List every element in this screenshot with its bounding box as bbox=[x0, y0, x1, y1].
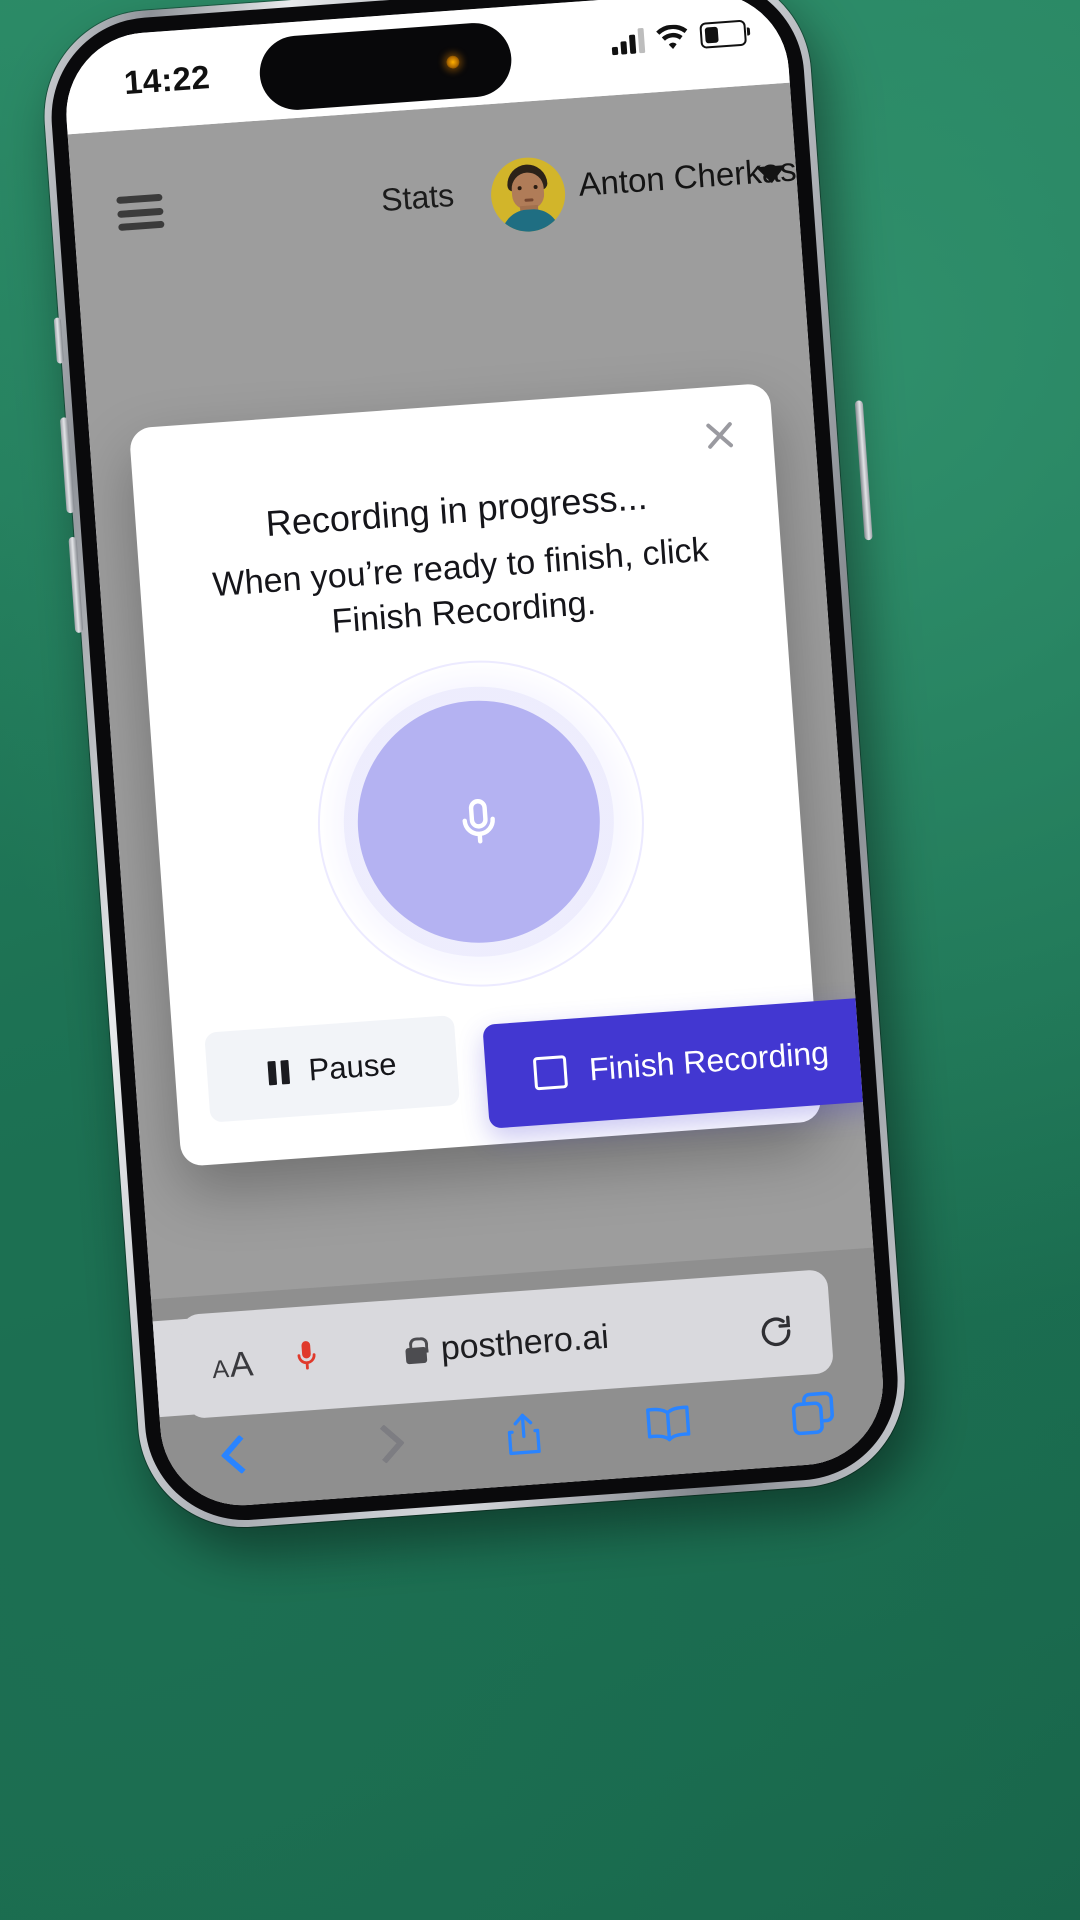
phone-screen: 14:22 Stats Anton Cherkasov Recording in… bbox=[60, 0, 889, 1511]
url-text: posthero.ai bbox=[439, 1317, 610, 1368]
battery-low-icon bbox=[699, 19, 748, 49]
pause-button-label: Pause bbox=[307, 1046, 398, 1088]
chevron-right-icon bbox=[366, 1423, 393, 1467]
front-camera-dot-icon bbox=[445, 55, 460, 70]
mic-visualizer bbox=[147, 638, 811, 1013]
reload-icon[interactable] bbox=[756, 1311, 797, 1352]
close-icon[interactable] bbox=[697, 413, 740, 456]
chevron-down-icon[interactable] bbox=[755, 165, 787, 185]
pause-icon bbox=[266, 1059, 290, 1086]
modal-subtitle: When you’re ready to finish, click Finis… bbox=[211, 530, 710, 641]
tabs-button[interactable] bbox=[739, 1385, 887, 1441]
finish-recording-button[interactable]: Finish Recording bbox=[482, 996, 881, 1129]
pause-button[interactable]: Pause bbox=[204, 1015, 461, 1123]
lock-icon bbox=[405, 1336, 430, 1365]
iphone-mockup: 14:22 Stats Anton Cherkasov Recording in… bbox=[37, 0, 937, 1574]
user-name-label[interactable]: Anton Cherkasov bbox=[577, 148, 832, 204]
avatar[interactable] bbox=[488, 155, 568, 235]
bookmarks-button[interactable] bbox=[594, 1399, 741, 1449]
status-bar-clock: 14:22 bbox=[122, 58, 212, 102]
nav-link-stats[interactable]: Stats bbox=[380, 177, 455, 219]
cellular-bars-icon bbox=[610, 27, 646, 56]
finish-recording-label: Finish Recording bbox=[587, 1033, 830, 1087]
chevron-left-icon bbox=[221, 1433, 248, 1477]
tabs-icon bbox=[791, 1391, 834, 1436]
forward-button[interactable] bbox=[306, 1418, 453, 1470]
wifi-icon bbox=[656, 24, 688, 50]
share-button[interactable] bbox=[450, 1406, 598, 1462]
back-button[interactable] bbox=[161, 1429, 308, 1481]
book-icon bbox=[645, 1405, 691, 1442]
dynamic-island bbox=[257, 20, 514, 113]
share-icon bbox=[507, 1413, 541, 1456]
microphone-glyph bbox=[462, 799, 495, 844]
hamburger-menu-icon[interactable] bbox=[116, 193, 165, 231]
status-bar-indicators bbox=[610, 19, 748, 56]
web-page-content: Stats Anton Cherkasov Recording in progr… bbox=[67, 82, 889, 1511]
stop-square-icon bbox=[533, 1054, 569, 1090]
recording-modal: Recording in progress... When you’re rea… bbox=[128, 382, 881, 1167]
